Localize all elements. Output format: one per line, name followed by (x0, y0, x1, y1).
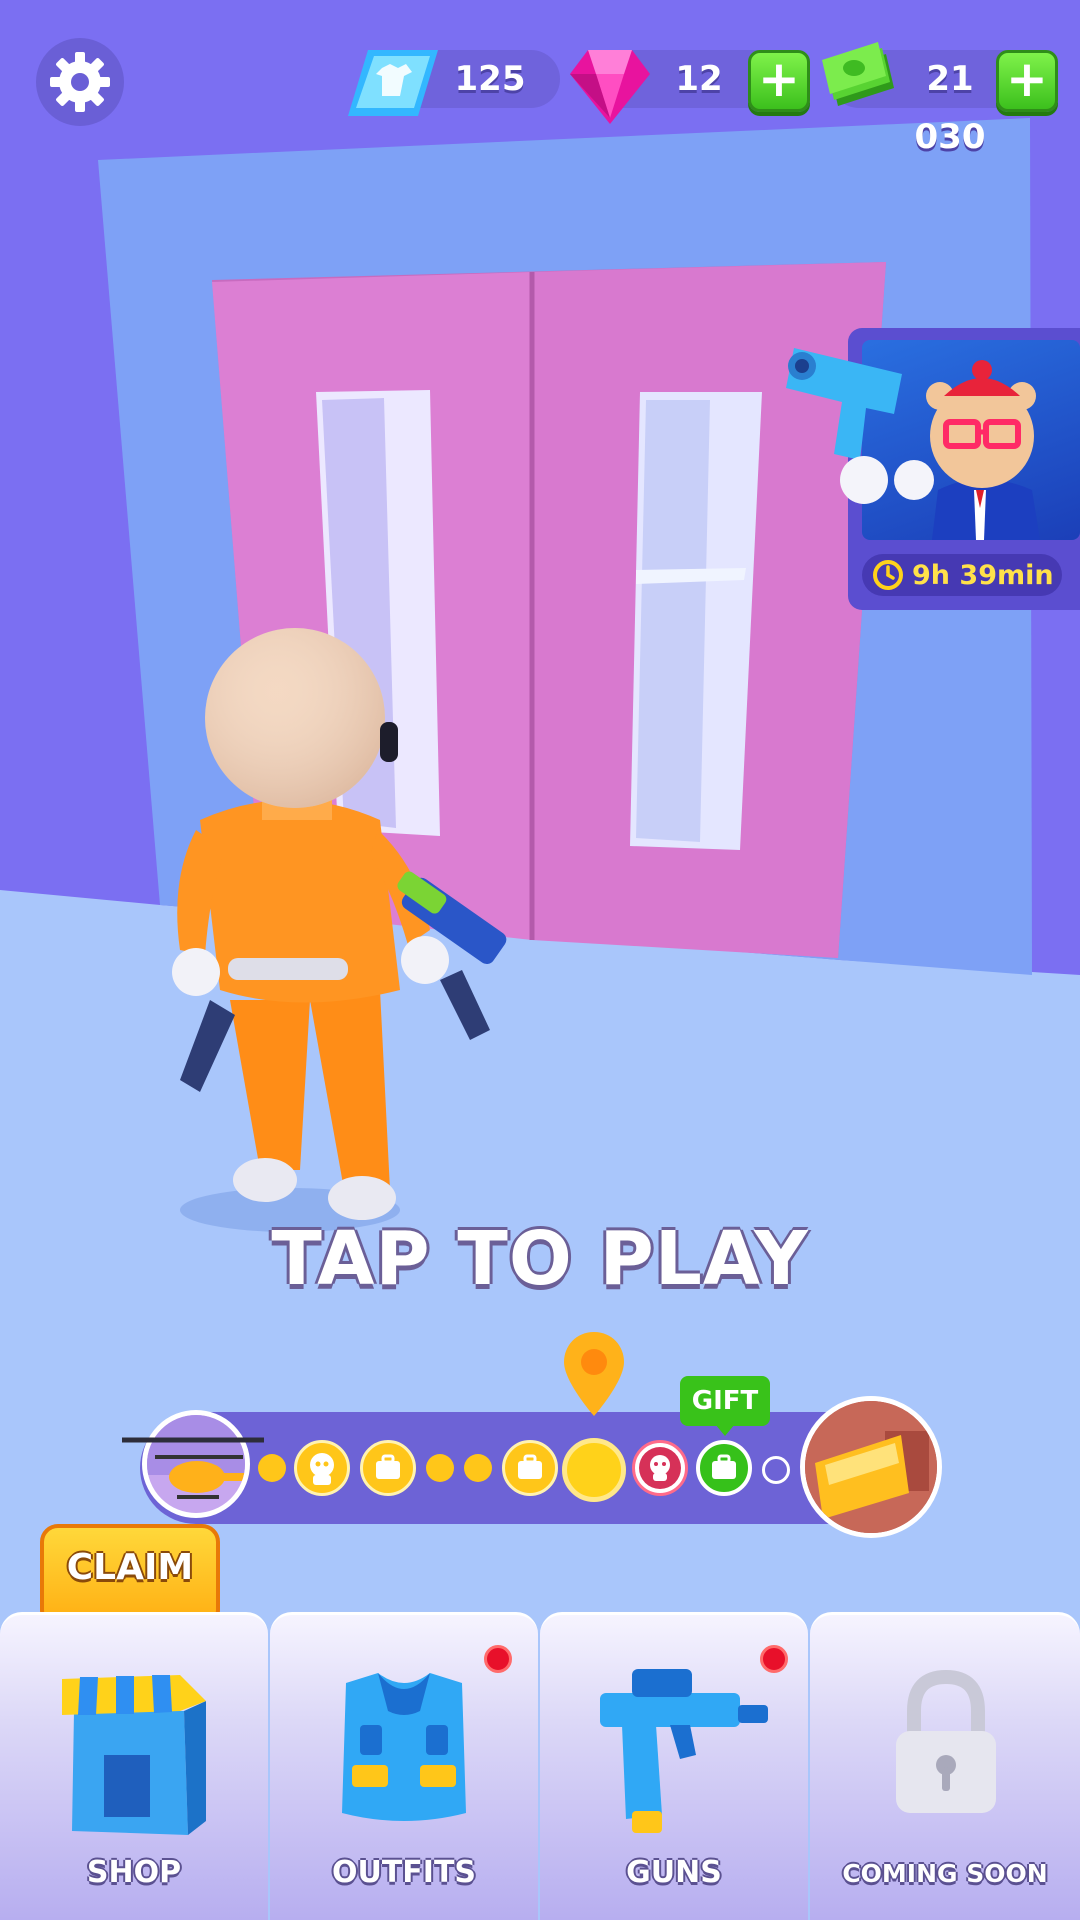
tab-guns[interactable]: GUNS (540, 1612, 808, 1920)
progress-dot (464, 1454, 492, 1482)
gift-briefcase-icon (712, 1454, 736, 1479)
level-end-node (800, 1396, 942, 1538)
zombie-boss-icon (639, 1447, 681, 1489)
gear-icon (50, 52, 110, 112)
tab-guns-label: GUNS (626, 1855, 722, 1890)
cash-value: 21 030 (914, 59, 986, 157)
tab-outfits-label: OUTFITS (331, 1855, 477, 1890)
progress-dot (258, 1454, 286, 1482)
progress-dot (426, 1454, 454, 1482)
clock-icon (873, 560, 903, 590)
add-cash-button[interactable]: + (996, 50, 1058, 112)
tab-shop-label: SHOP (86, 1855, 182, 1890)
cash-stack-icon (822, 42, 894, 106)
gem-icon (570, 50, 650, 124)
zombie-icon (310, 1453, 334, 1485)
offer-timer: 9h 39min (862, 554, 1062, 596)
current-level-node (562, 1438, 626, 1502)
boss-level-node (632, 1440, 688, 1496)
tap-to-play-label[interactable]: TAP TO PLAY (0, 1216, 1080, 1302)
briefcase-icon (376, 1454, 400, 1479)
tab-coming-soon[interactable]: COMING SOON (810, 1612, 1080, 1920)
level-start-node (142, 1410, 250, 1518)
gems-value: 12 (675, 59, 723, 99)
tab-shop[interactable]: SHOP (0, 1612, 268, 1920)
helicopter-rotor-icon (122, 1437, 264, 1443)
briefcase-level-node (360, 1440, 416, 1496)
tab-outfits[interactable]: OUTFITS (270, 1612, 538, 1920)
tshirt-ticket-icon (348, 50, 438, 116)
pistol-icon (786, 348, 902, 504)
briefcase-icon (518, 1454, 542, 1479)
outfit-tokens-value: 125 (454, 59, 526, 99)
shop-icon (62, 1675, 206, 1835)
gift-tag: GIFT (680, 1376, 770, 1436)
briefcase-level-node (502, 1440, 558, 1496)
lock-icon (896, 1669, 996, 1813)
guns-notification-dot (760, 1645, 788, 1673)
progress-dot-empty (762, 1456, 790, 1484)
tab-coming-soon-label: COMING SOON (842, 1859, 1048, 1888)
add-gems-button[interactable]: + (748, 50, 810, 112)
settings-button[interactable] (36, 38, 124, 126)
outfits-notification-dot (484, 1645, 512, 1673)
location-pin-icon (564, 1332, 624, 1416)
offer-timer-text: 9h 39min (912, 559, 1054, 591)
bottom-navigation: SHOP OUTFITS GUNS COMING SOON (0, 1612, 1080, 1920)
gift-level-node (696, 1440, 752, 1496)
zombie-level-node (294, 1440, 350, 1496)
